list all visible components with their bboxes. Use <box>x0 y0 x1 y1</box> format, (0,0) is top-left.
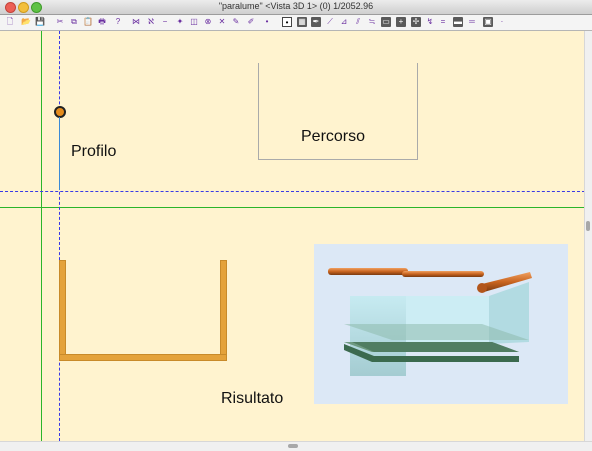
tool-4-icon[interactable]: ✦ <box>175 17 185 27</box>
tool-6-icon[interactable]: ⊗ <box>203 17 213 27</box>
title-bar: "paralume" <Vista 3D 1> (0) 1/2052.96 <box>0 0 592 15</box>
print-icon[interactable]: 🖶 <box>97 17 107 27</box>
tool-24-icon[interactable]: ═ <box>467 17 477 27</box>
tool-8-icon[interactable]: ✎ <box>231 17 241 27</box>
tool-23-icon[interactable]: ▬ <box>453 17 463 27</box>
drawing-canvas[interactable]: Profilo Percorso Risultato <box>0 31 585 441</box>
tool-9-icon[interactable]: ✐ <box>246 17 256 27</box>
new-file-icon[interactable]: 🗋 <box>5 17 15 27</box>
green-horizontal-guide <box>0 207 585 208</box>
tool-20-icon[interactable]: ✢ <box>411 17 421 27</box>
help-icon[interactable]: ? <box>113 17 123 27</box>
profilo-label: Profilo <box>71 143 117 160</box>
tool-18-icon[interactable]: ▭ <box>381 17 391 27</box>
tool-1-icon[interactable]: ⋈ <box>131 17 141 27</box>
tool-3-icon[interactable]: − <box>160 17 170 27</box>
open-folder-icon[interactable]: 📂 <box>21 17 31 27</box>
risultato-label: Risultato <box>221 390 284 407</box>
tool-17-icon[interactable]: ≒ <box>367 17 377 27</box>
tool-7-icon[interactable]: ✕ <box>217 17 227 27</box>
tool-14-icon[interactable]: ⟋ <box>325 17 335 27</box>
u-profile-shape[interactable] <box>59 260 227 361</box>
copy-icon[interactable]: ⧉ <box>69 17 79 27</box>
tool-10-icon[interactable]: • <box>262 17 272 27</box>
point-snap-icon[interactable]: • <box>282 17 292 27</box>
profile-line[interactable] <box>59 117 60 190</box>
u-profile-bottom <box>59 354 227 361</box>
percorso-label: Percorso <box>301 128 366 145</box>
tool-15-icon[interactable]: ⊿ <box>339 17 349 27</box>
grid-icon[interactable]: ▦ <box>297 17 307 27</box>
u-profile-left <box>59 260 66 361</box>
blue-vertical-guide <box>59 31 60 441</box>
u-profile-right <box>220 260 227 361</box>
3d-render-image <box>328 268 532 376</box>
vertical-scroll-thumb[interactable] <box>586 221 590 231</box>
3d-render-preview <box>314 244 568 404</box>
blue-horizontal-guide <box>0 191 585 192</box>
tool-13-icon[interactable]: ✒ <box>311 17 321 27</box>
tool-22-icon[interactable]: = <box>438 17 448 27</box>
cut-icon[interactable]: ✂ <box>55 17 65 27</box>
tool-21-icon[interactable]: ↯ <box>425 17 435 27</box>
profile-handle[interactable] <box>54 106 66 118</box>
horizontal-scroll-thumb[interactable] <box>288 444 298 448</box>
tool-16-icon[interactable]: ⫽ <box>353 17 363 27</box>
tool-26-icon[interactable]: · <box>497 17 507 27</box>
window-title: "paralume" <Vista 3D 1> (0) 1/2052.96 <box>218 1 374 11</box>
save-icon[interactable]: 💾 <box>35 17 45 27</box>
paste-icon[interactable]: 📋 <box>83 17 93 27</box>
tool-2-icon[interactable]: ℵ <box>146 17 156 27</box>
tool-25-icon[interactable]: ▣ <box>483 17 493 27</box>
vertical-scrollbar[interactable] <box>584 31 592 441</box>
toolbar: 🗋 📂 💾 ✂ ⧉ 📋 🖶? ⋈ ℵ − ✦ ◫ ⊗ ✕ ✎ ✐ • • ▦ ✒ ⟋ ⊿ ⫽ ≒ ▭ + ✢ ↯ = ▬ ═ ▣ · <box>0 15 592 31</box>
green-vertical-guide <box>41 31 42 441</box>
tool-19-icon[interactable]: + <box>396 17 406 27</box>
tool-5-icon[interactable]: ◫ <box>189 17 199 27</box>
